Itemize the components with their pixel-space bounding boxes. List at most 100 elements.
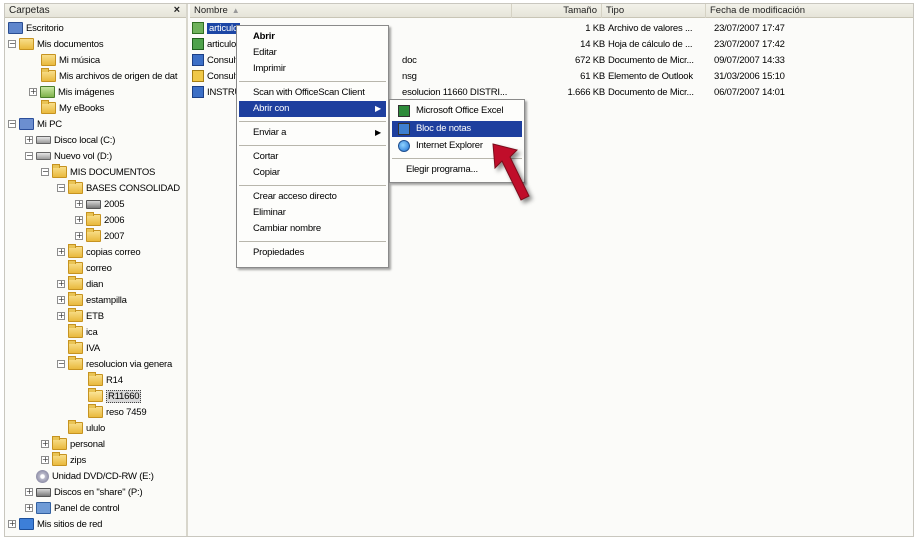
tree-item-etb[interactable]: + ETB <box>57 308 104 325</box>
expand-icon[interactable]: + <box>25 504 33 513</box>
tree-item-mis-archivos-origen[interactable]: Mis archivos de origen de dat <box>41 68 178 85</box>
word-file-icon <box>192 54 204 67</box>
expand-icon[interactable]: + <box>41 456 49 465</box>
expand-icon[interactable]: + <box>57 312 65 321</box>
excel-file-icon <box>192 38 204 51</box>
menu-item-abrir[interactable]: Abrir <box>239 29 386 45</box>
collapse-icon[interactable]: − <box>41 168 49 177</box>
menu-item-abrir-con[interactable]: Abrir con ▶ <box>239 101 386 117</box>
folder-icon <box>68 324 83 339</box>
expand-icon[interactable]: + <box>75 216 83 225</box>
expand-icon[interactable]: + <box>75 200 83 209</box>
collapse-icon[interactable]: − <box>25 152 33 161</box>
menu-item-enviar-a[interactable]: Enviar a ▶ <box>239 125 386 141</box>
tree-item-discos-share[interactable]: + Discos en "share" (P:) <box>25 485 143 501</box>
menu-item-editar[interactable]: Editar <box>239 45 386 61</box>
column-header-size[interactable]: Tamaño <box>512 4 602 18</box>
expand-icon[interactable]: + <box>41 440 49 449</box>
tree-item-nuevo-vol-d[interactable]: − Nuevo vol (D:) <box>25 149 112 165</box>
tree-item-ululo[interactable]: ululo <box>68 420 106 437</box>
folders-pane: Carpetas × Escritorio − Mis documentos Mi… <box>5 4 188 536</box>
tree-item-r14[interactable]: R14 <box>88 372 123 389</box>
tree-item-label: Unidad DVD/CD-RW (E:) <box>52 471 154 482</box>
tree-item-copias-correo[interactable]: + copias correo <box>57 244 141 261</box>
file-name: articulo <box>207 39 237 50</box>
expand-icon[interactable]: + <box>75 232 83 241</box>
tree-item-panel-de-control[interactable]: + Panel de control <box>25 501 120 517</box>
tree-item-label: IVA <box>86 343 101 354</box>
tree-item-unidad-dvd[interactable]: Unidad DVD/CD-RW (E:) <box>36 469 154 485</box>
expand-icon[interactable]: + <box>57 296 65 305</box>
folder-icon <box>41 68 56 83</box>
collapse-icon[interactable]: − <box>8 40 16 49</box>
tree-item-reso-7459[interactable]: reso 7459 <box>88 404 147 421</box>
hard-drive-icon <box>36 136 51 145</box>
tree-item-zips[interactable]: + zips <box>41 452 86 469</box>
submenu-item-excel[interactable]: Microsoft Office Excel <box>392 103 522 119</box>
expand-icon[interactable]: + <box>57 280 65 289</box>
tree-item-mi-pc[interactable]: − Mi PC <box>8 117 62 133</box>
tree-item-correo[interactable]: correo <box>68 260 112 277</box>
tree-item-mis-documentos[interactable]: − Mis documentos <box>8 37 104 53</box>
collapse-icon[interactable]: − <box>57 184 65 193</box>
tree-item-mis-imagenes[interactable]: + Mis imágenes <box>29 85 114 101</box>
expand-icon[interactable]: + <box>25 136 33 145</box>
tree-item-2007[interactable]: +2007 <box>75 228 125 245</box>
submenu-item-label: Internet Explorer <box>416 140 483 151</box>
column-header-date[interactable]: Fecha de modificación <box>706 4 913 18</box>
file-date: 23/07/2007 17:42 <box>714 39 785 50</box>
desktop-icon <box>8 22 23 35</box>
tree-item-label: ETB <box>86 311 104 322</box>
folder-icon <box>41 100 56 115</box>
menu-item-copiar[interactable]: Copiar <box>239 165 386 181</box>
tree-item-my-ebooks[interactable]: My eBooks <box>41 100 105 117</box>
menu-item-eliminar[interactable]: Eliminar <box>239 205 386 221</box>
tree-item-label: estampilla <box>86 295 127 306</box>
hard-drive-icon <box>36 152 51 161</box>
menu-item-imprimir[interactable]: Imprimir <box>239 61 386 77</box>
menu-item-propiedades[interactable]: Propiedades <box>239 245 386 261</box>
tree-item-resolucion-via-genera[interactable]: − resolucion via genera <box>57 356 172 373</box>
word-file-icon <box>192 86 204 99</box>
tree-item-mis-documentos-d[interactable]: − MIS DOCUMENTOS <box>41 164 155 181</box>
tree-item-label: reso 7459 <box>106 407 147 418</box>
folder-icon <box>68 260 83 275</box>
menu-item-cortar[interactable]: Cortar <box>239 149 386 165</box>
tree-item-label: Mis archivos de origen de dat <box>59 71 178 82</box>
tree-item-dian[interactable]: + dian <box>57 276 103 293</box>
close-icon[interactable]: × <box>174 4 180 17</box>
tree-item-mi-musica[interactable]: Mi música <box>41 53 100 69</box>
expand-icon[interactable]: + <box>29 88 37 97</box>
tree-item-mis-sitios-de-red[interactable]: + Mis sitios de red <box>8 517 102 533</box>
tree-item-escritorio[interactable]: Escritorio <box>8 21 64 37</box>
expand-icon[interactable]: + <box>57 248 65 257</box>
tree-item-iva[interactable]: IVA <box>68 340 101 357</box>
tree-item-2005[interactable]: +2005 <box>75 197 125 213</box>
tree-item-label: My eBooks <box>59 103 105 114</box>
folder-icon <box>68 276 83 291</box>
folder-icon <box>88 372 103 387</box>
tree-item-label: Nuevo vol (D:) <box>54 151 112 162</box>
menu-item-cambiar-nombre[interactable]: Cambiar nombre <box>239 221 386 237</box>
tree-item-estampilla[interactable]: + estampilla <box>57 292 127 309</box>
context-menu: Abrir Editar Imprimir Scan with OfficeSc… <box>236 25 389 268</box>
file-type: Documento de Micr... <box>608 87 694 98</box>
collapse-icon[interactable]: − <box>57 360 65 369</box>
folder-icon <box>68 180 83 195</box>
expand-icon[interactable]: + <box>25 488 33 497</box>
tree-item-personal[interactable]: + personal <box>41 436 105 453</box>
tree-item-label: ululo <box>86 423 106 434</box>
submenu-item-label: Microsoft Office Excel <box>416 105 504 116</box>
collapse-icon[interactable]: − <box>8 120 16 129</box>
folder-icon <box>88 404 103 419</box>
menu-item-scan-officescan[interactable]: Scan with OfficeScan Client <box>239 85 386 101</box>
menu-item-crear-acceso-directo[interactable]: Crear acceso directo <box>239 189 386 205</box>
tree-item-disco-local-c[interactable]: + Disco local (C:) <box>25 133 115 149</box>
tree-item-2006[interactable]: +2006 <box>75 212 125 229</box>
column-header-type[interactable]: Tipo <box>602 4 706 18</box>
tree-item-r11660[interactable]: R11660 <box>88 388 142 405</box>
tree-item-ica[interactable]: ica <box>68 324 98 341</box>
column-header-name[interactable]: Nombre ▲ <box>190 4 512 18</box>
expand-icon[interactable]: + <box>8 520 16 529</box>
tree-item-bases-consolidad[interactable]: − BASES CONSOLIDAD <box>57 180 180 197</box>
